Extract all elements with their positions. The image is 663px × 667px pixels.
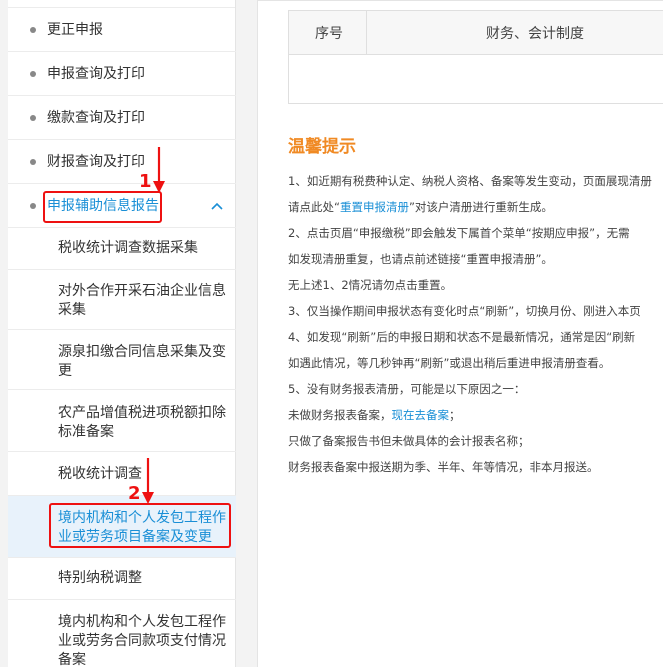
sub-item-special-tax-adjustment[interactable]: 特别纳税调整 <box>8 558 236 600</box>
bullet-icon <box>30 115 36 121</box>
tip-text: 未做财务报表备案， <box>288 408 392 422</box>
tip-text: 请点此处“ <box>288 200 340 214</box>
sidebar-top <box>8 0 235 8</box>
arrow-down-icon <box>153 147 165 193</box>
sub-item-label: 源泉扣缴合同信息采集及变更 <box>58 344 226 379</box>
step1-label: 1 <box>139 171 152 192</box>
bullet-icon <box>30 71 36 77</box>
sub-item-withholding-contract[interactable]: 源泉扣缴合同信息采集及变更 <box>8 330 236 390</box>
sidebar-item-payment-query[interactable]: 缴款查询及打印 <box>8 96 236 140</box>
sub-item-tax-survey[interactable]: 税收统计调查 <box>8 452 236 496</box>
sidebar-item-correct-declaration[interactable]: 更正申报 <box>8 8 236 52</box>
column-header-accounting-system: 财务、会计制度 <box>486 26 584 42</box>
arrow-down-icon <box>142 458 154 504</box>
sub-item-agri-vat-filing[interactable]: 农产品增值税进项税额扣除标准备案 <box>8 390 236 452</box>
tip-line: 4、如发现“刷新”后的申报日期和状态不是最新情况，通常是因“刷新 <box>288 330 636 344</box>
highlight-box-step1 <box>43 191 162 223</box>
tip-line: 3、仅当操作期间申报状态有变化时点“刷新”，切换月份、刚进入本页 <box>288 304 641 318</box>
tip-line: 无上述1、2情况请勿点击重置。 <box>288 278 453 292</box>
sub-item-label: 境内机构和个人发包工程作业或劳务合同款项支付情况备案 <box>58 614 226 667</box>
sidebar: 更正申报 申报查询及打印 缴款查询及打印 财报查询及打印 申报辅助信息报告 税收… <box>8 0 236 667</box>
step2-label: 2 <box>128 483 141 504</box>
sidebar-item-financial-report-query[interactable]: 财报查询及打印 <box>8 140 236 184</box>
main-content: 序号 财务、会计制度 温馨提示 1、如近期有税费种认定、纳税人资格、备案等发生变… <box>257 0 663 667</box>
sub-item-label: 特别纳税调整 <box>58 570 142 586</box>
tip-line: 如遇此情况，等几秒钟再“刷新”或退出稍后重进申报清册查看。 <box>288 356 611 370</box>
tip-line: 如发现清册重复，也请点前述链接“重置申报清册”。 <box>288 252 553 266</box>
tip-line: 财务报表备案中报送期为季、半年、年等情况，非本月报送。 <box>288 460 599 474</box>
financial-system-table: 序号 财务、会计制度 <box>288 10 663 104</box>
bullet-icon <box>30 203 36 209</box>
tip-line: 1、如近期有税费种认定、纳税人资格、备案等发生变动，页面展现清册 <box>288 174 652 188</box>
sidebar-item-label: 财报查询及打印 <box>47 154 145 170</box>
sub-item-label: 税收统计调查数据采集 <box>58 240 198 256</box>
reset-declaration-list-link[interactable]: 重置申报清册 <box>340 200 409 214</box>
tip-line: 5、没有财务报表清册，可能是以下原因之一： <box>288 382 526 396</box>
chevron-up-icon[interactable] <box>210 199 224 213</box>
sub-item-label: 对外合作开采石油企业信息采集 <box>58 283 226 318</box>
sidebar-item-label: 缴款查询及打印 <box>47 110 145 126</box>
table-header: 序号 财务、会计制度 <box>289 11 663 55</box>
tips-title: 温馨提示 <box>288 137 356 157</box>
sidebar-item-declaration-query[interactable]: 申报查询及打印 <box>8 52 236 96</box>
tip-line: 未做财务报表备案，现在去备案； <box>288 407 461 423</box>
tip-text: ； <box>449 408 461 422</box>
sub-item-offshore-oil-info[interactable]: 对外合作开采石油企业信息采集 <box>8 270 236 330</box>
sidebar-item-label: 申报查询及打印 <box>47 66 145 82</box>
tip-text: ”对该户清册进行重新生成。 <box>408 200 553 214</box>
sub-item-domestic-contract-payment[interactable]: 境内机构和个人发包工程作业或劳务合同款项支付情况备案 <box>8 600 236 667</box>
sub-item-tax-survey-data[interactable]: 税收统计调查数据采集 <box>8 228 236 270</box>
bullet-icon <box>30 27 36 33</box>
column-header-index: 序号 <box>315 26 343 42</box>
tip-line: 请点此处“重置申报清册”对该户清册进行重新生成。 <box>288 199 553 215</box>
tip-line: 只做了备案报告书但未做具体的会计报表名称； <box>288 434 530 448</box>
highlight-box-step2 <box>49 503 231 548</box>
sub-item-label: 农产品增值税进项税额扣除标准备案 <box>58 405 226 440</box>
tip-line: 2、点击页眉“申报缴税”即会触发下属首个菜单“按期应申报”，无需 <box>288 226 630 240</box>
sidebar-item-label: 更正申报 <box>47 22 103 38</box>
bullet-icon <box>30 159 36 165</box>
column-divider <box>366 11 367 55</box>
go-file-now-link[interactable]: 现在去备案 <box>392 408 450 422</box>
